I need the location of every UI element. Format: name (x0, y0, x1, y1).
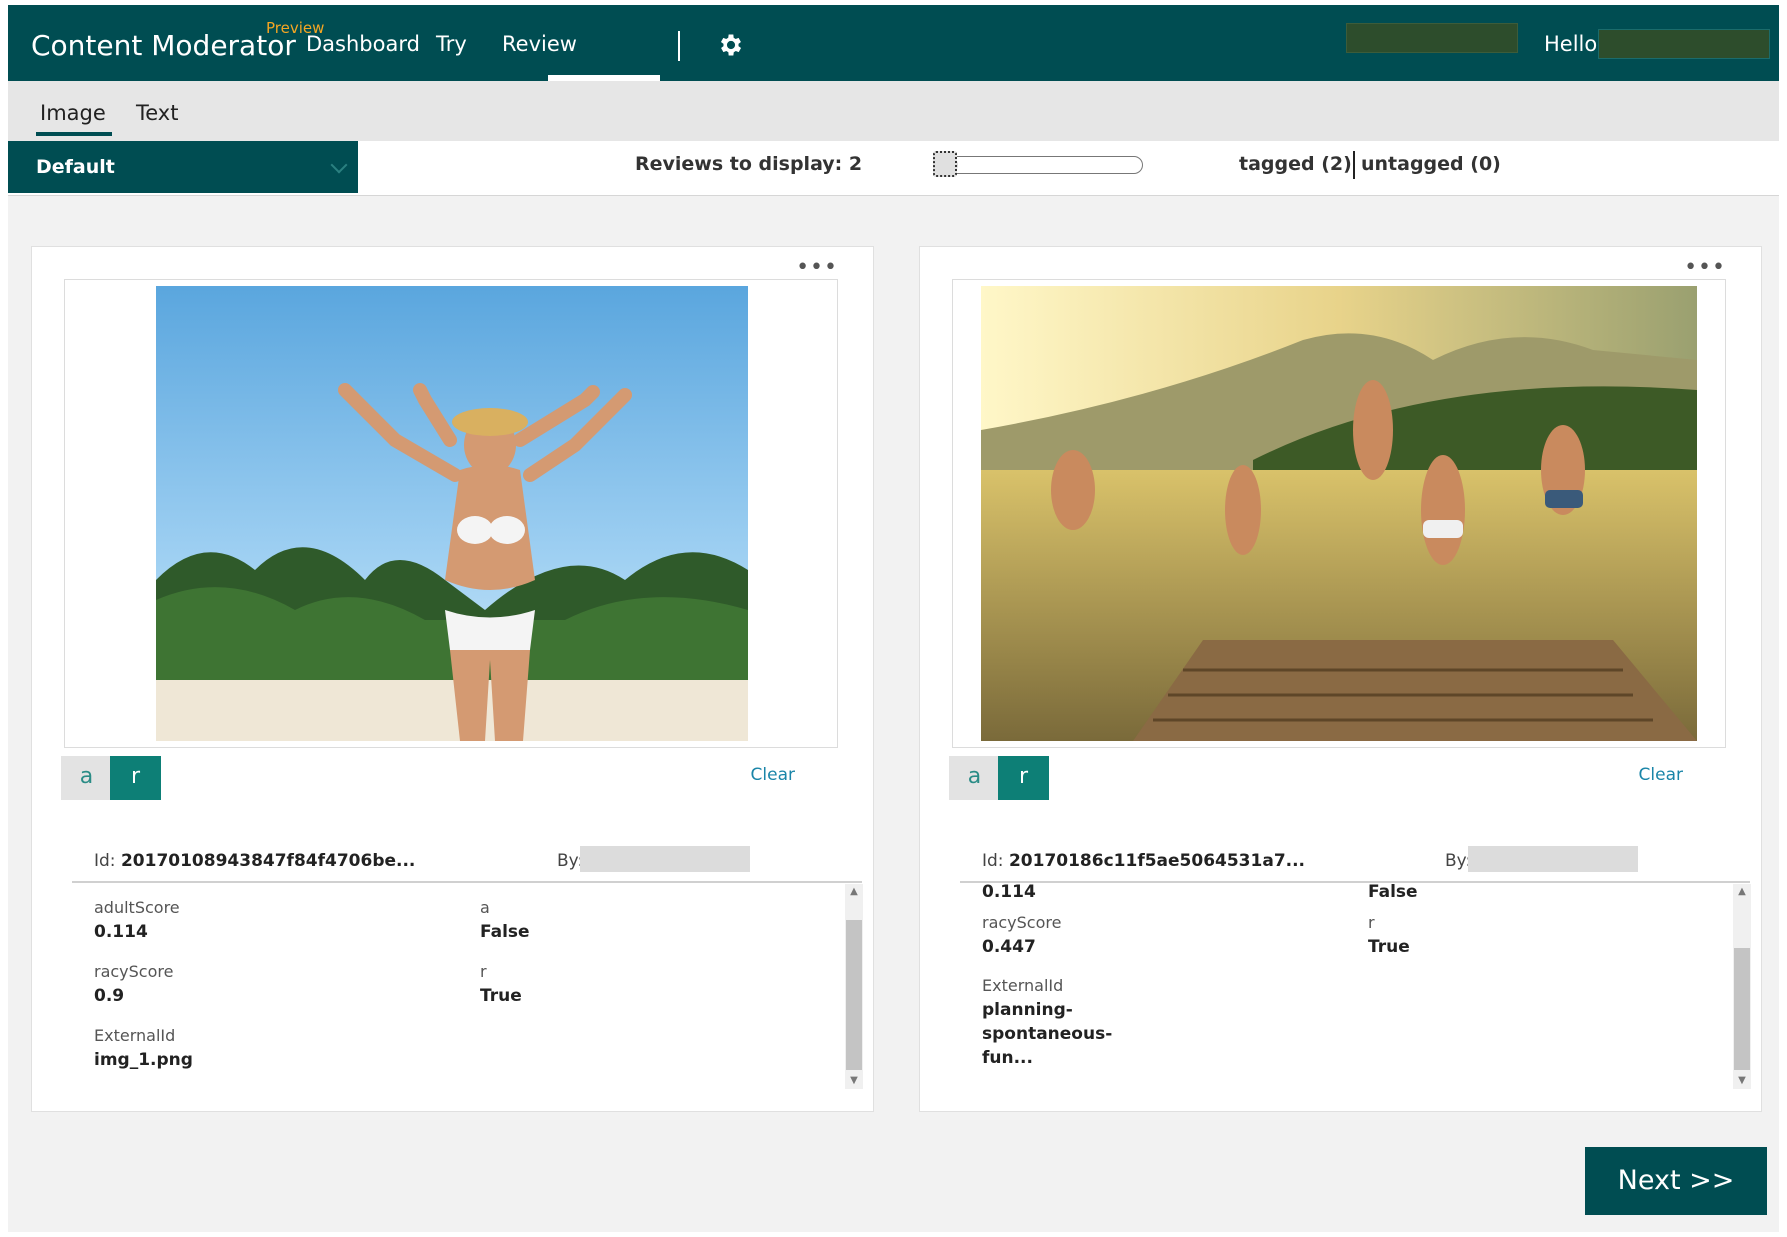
scroll-thumb[interactable] (1734, 948, 1750, 1070)
metadata-item: adultScore 0.114 (982, 884, 1068, 904)
metadata-key: a (480, 898, 490, 917)
metadata-item: r True (480, 960, 522, 1008)
scroll-up-arrow-icon[interactable]: ▲ (845, 884, 863, 900)
id-value: 20170108943847f84f4706be... (120, 851, 416, 871)
clear-tags-link[interactable]: Clear (1639, 765, 1683, 785)
more-options-icon[interactable]: ••• (796, 255, 838, 280)
nav-try[interactable]: Try (436, 32, 467, 56)
nav-divider (678, 31, 680, 61)
workflow-selected: Default (36, 156, 115, 178)
metadata-item: racyScore 0.447 (982, 911, 1061, 959)
gear-icon[interactable] (717, 31, 745, 59)
chevron-down-icon (330, 156, 348, 174)
id-label: Id: (94, 851, 116, 871)
metadata-value: False (480, 922, 530, 942)
top-nav-bar: Content Moderator Preview Dashboard Try … (8, 5, 1779, 81)
app-title: Content Moderator (31, 29, 296, 62)
metadata-panel: adultScore 0.114 a False racyScore 0.447… (960, 884, 1730, 1089)
scroll-thumb[interactable] (846, 920, 862, 1070)
metadata-key: r (480, 962, 487, 981)
scroll-down-arrow-icon[interactable]: ▼ (1733, 1073, 1751, 1089)
nav-dashboard[interactable]: Dashboard (306, 32, 420, 56)
metadata-value: 0.9 (94, 986, 125, 1006)
tab-text[interactable]: Text (136, 101, 178, 125)
filter-divider (1353, 151, 1355, 179)
id-value: 20170186c11f5ae5064531a7... (1008, 851, 1306, 871)
tag-a-button[interactable]: a (949, 756, 1000, 800)
metadata-value: True (480, 986, 522, 1006)
metadata-value: False (1368, 884, 1418, 902)
metadata-value: img_1.png (94, 1050, 193, 1070)
hello-label: Hello (1544, 32, 1598, 56)
tag-r-button[interactable]: r (998, 756, 1049, 800)
scroll-down-arrow-icon[interactable]: ▼ (845, 1073, 863, 1089)
metadata-divider (72, 881, 862, 883)
metadata-key: r (1368, 913, 1375, 932)
metadata-panel: adultScore 0.114 a False racyScore 0.9 r… (72, 884, 842, 1089)
metadata-key: ExternalId (982, 976, 1064, 995)
metadata-item: ExternalId img_1.png (94, 1024, 193, 1072)
beach-photo (156, 286, 748, 741)
review-filter-bar: Default Reviews to display: 2 tagged (2)… (8, 141, 1779, 196)
metadata-item: adultScore 0.114 (94, 896, 180, 944)
review-card: ••• (919, 246, 1762, 1112)
metadata-item: a False (480, 896, 530, 944)
workflow-dropdown[interactable]: Default (8, 141, 358, 193)
metadata-value: 0.447 (982, 937, 1036, 957)
redacted-account (1346, 23, 1518, 53)
app-frame: Content Moderator Preview Dashboard Try … (8, 5, 1779, 1232)
metadata-item: r True (1368, 911, 1410, 959)
reviews-to-display-label: Reviews to display: 2 (635, 153, 863, 175)
tag-r-button[interactable]: r (110, 756, 161, 800)
review-id: Id: 20170108943847f84f4706be... (94, 851, 415, 871)
tagged-filter[interactable]: tagged (2) (1239, 153, 1352, 175)
metadata-divider (960, 881, 1750, 883)
review-image[interactable] (64, 279, 838, 748)
metadata-key: racyScore (94, 962, 174, 981)
redacted-user-name (1598, 29, 1770, 59)
scroll-up-arrow-icon[interactable]: ▲ (1733, 884, 1751, 900)
content-type-tabs: Image Text (8, 81, 1779, 141)
tag-a-button[interactable]: a (61, 756, 112, 800)
metadata-item: racyScore 0.9 (94, 960, 173, 1008)
review-id: Id: 20170186c11f5ae5064531a7... (982, 851, 1305, 871)
more-options-icon[interactable]: ••• (1684, 255, 1726, 280)
id-label: Id: (982, 851, 1004, 871)
reviews-slider[interactable] (933, 151, 1143, 177)
metadata-key: racyScore (982, 913, 1062, 932)
review-card: ••• (31, 246, 874, 1112)
clear-tags-link[interactable]: Clear (751, 765, 795, 785)
metadata-value: True (1368, 937, 1410, 957)
redacted-reviewer (1468, 846, 1638, 872)
tab-image[interactable]: Image (40, 101, 106, 125)
metadata-item: a False (1368, 884, 1418, 904)
next-button[interactable]: Next >> (1585, 1147, 1767, 1215)
redacted-reviewer (580, 846, 750, 872)
metadata-value: 0.114 (982, 884, 1036, 902)
metadata-scrollbar[interactable]: ▲ ▼ (845, 884, 863, 1089)
tab-active-indicator (36, 132, 112, 136)
lake-photo (981, 286, 1697, 741)
metadata-key: ExternalId (94, 1026, 176, 1045)
metadata-key: adultScore (94, 898, 180, 917)
review-image[interactable] (952, 279, 1726, 748)
metadata-scrollbar[interactable]: ▲ ▼ (1733, 884, 1751, 1089)
metadata-item: ExternalId planning-spontaneous-fun... (982, 974, 1113, 1070)
metadata-value: planning-spontaneous-fun... (982, 1000, 1113, 1068)
reviews-slider-thumb[interactable] (933, 151, 957, 177)
metadata-value: 0.114 (94, 922, 148, 942)
untagged-filter[interactable]: untagged (0) (1361, 153, 1501, 175)
nav-review[interactable]: Review (502, 32, 577, 56)
